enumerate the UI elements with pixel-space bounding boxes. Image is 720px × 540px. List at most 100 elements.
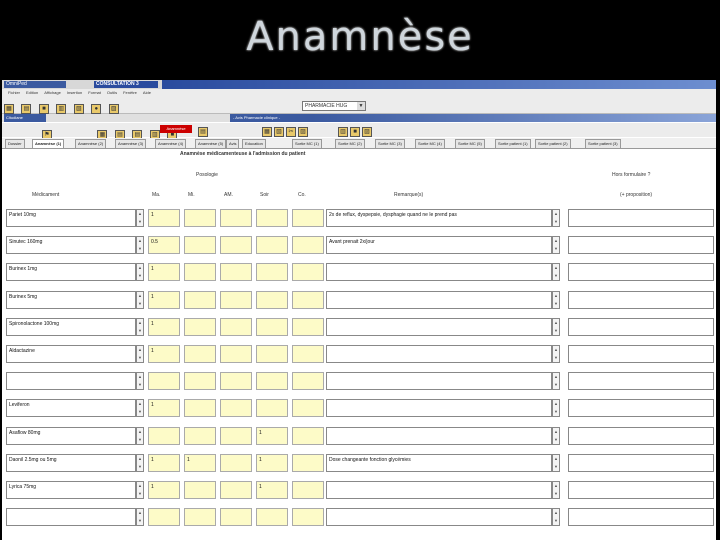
proposition-field[interactable] [568,427,714,445]
tab-12[interactable]: Sortie MC (5) [455,139,485,148]
save-icon[interactable]: ■ [38,104,49,114]
chevron-down-icon[interactable]: ▼ [138,328,142,333]
chevron-up-icon[interactable]: ▲ [554,211,558,216]
chevron-down-icon[interactable]: ▼ [138,273,142,278]
chevron-up-icon[interactable]: ▲ [554,347,558,352]
chevron-up-icon[interactable]: ▲ [554,429,558,434]
dose-apres-midi-field[interactable] [220,454,252,472]
tab-3[interactable]: Anamnèse (3) [115,139,147,148]
chevron-up-icon[interactable]: ▲ [554,265,558,270]
copy-icon[interactable]: ▧ [274,127,284,137]
dose-apres-midi-field[interactable] [220,209,252,227]
remarque-field[interactable]: Avant prenait 2x/jour [326,236,552,254]
chevron-down-icon[interactable]: ▼ [554,409,558,414]
chevron-down-icon[interactable]: ▼ [357,102,365,110]
save-icon[interactable]: ■ [350,127,360,137]
chevron-down-icon[interactable]: ▼ [138,246,142,251]
remarque-scrollbar[interactable]: ▲ ▼ [552,209,560,227]
chevron-down-icon[interactable]: ▼ [554,219,558,224]
tab-5[interactable]: Anamnèse (5) [195,139,227,148]
chevron-down-icon[interactable]: ▼ [138,355,142,360]
medication-field[interactable] [6,372,136,390]
chevron-up-icon[interactable]: ▲ [138,211,142,216]
chevron-up-icon[interactable]: ▲ [138,429,142,434]
note-icon[interactable]: ▤ [198,127,208,137]
chevron-down-icon[interactable]: ▼ [554,355,558,360]
proposition-field[interactable] [568,209,714,227]
remarque-scrollbar[interactable]: ▲ ▼ [552,427,560,445]
dose-coucher-field[interactable] [292,399,324,417]
dose-soir-field[interactable] [256,399,288,417]
remarque-scrollbar[interactable]: ▲ ▼ [552,318,560,336]
remarque-scrollbar[interactable]: ▲ ▼ [552,263,560,281]
proposition-field[interactable] [568,263,714,281]
print-icon[interactable]: ▦ [4,104,14,114]
dose-coucher-field[interactable] [292,291,324,309]
dose-soir-field[interactable] [256,209,288,227]
dose-matin-field[interactable] [148,427,180,445]
medication-field[interactable]: Pariet 10mg [6,209,136,227]
dose-midi-field[interactable] [184,291,216,309]
remarque-field[interactable] [326,318,552,336]
remarque-scrollbar[interactable]: ▲ ▼ [552,345,560,363]
remarque-field[interactable] [326,345,552,363]
dose-matin-field[interactable]: 1 [148,291,180,309]
remarque-field[interactable] [326,291,552,309]
chevron-up-icon[interactable]: ▲ [138,456,142,461]
document-icon[interactable]: ▥ [56,104,67,114]
medication-scrollbar[interactable]: ▲ ▼ [136,345,144,363]
tab-7[interactable]: Education [242,139,266,148]
copy-icon[interactable]: ▧ [73,104,84,114]
dose-matin-field[interactable]: 1 [148,481,180,499]
dose-coucher-field[interactable] [292,209,324,227]
tab-11[interactable]: Sortie MC (4) [415,139,445,148]
chevron-up-icon[interactable]: ▲ [138,401,142,406]
dose-apres-midi-field[interactable] [220,481,252,499]
dose-apres-midi-field[interactable] [220,345,252,363]
chevron-down-icon[interactable]: ▼ [138,301,142,306]
proposition-field[interactable] [568,454,714,472]
medication-scrollbar[interactable]: ▲ ▼ [136,318,144,336]
remarque-field[interactable] [326,427,552,445]
proposition-field[interactable] [568,481,714,499]
chevron-up-icon[interactable]: ▲ [554,456,558,461]
medication-scrollbar[interactable]: ▲ ▼ [136,508,144,526]
tab-6[interactable]: Avis [226,139,240,148]
tab-14[interactable]: Sortie patient (2) [535,139,571,148]
dose-midi-field[interactable] [184,508,216,526]
menu-item[interactable]: Insertion [67,90,82,95]
chevron-down-icon[interactable]: ▼ [554,273,558,278]
remarque-scrollbar[interactable]: ▲ ▼ [552,291,560,309]
dose-apres-midi-field[interactable] [220,291,252,309]
tab-8[interactable]: Sortie MC (1) [292,139,322,148]
medication-field[interactable]: Sinutec 160mg [6,236,136,254]
dose-matin-field[interactable]: 0.5 [148,236,180,254]
dose-apres-midi-field[interactable] [220,318,252,336]
tab-0[interactable]: Dossier [5,139,25,148]
chevron-up-icon[interactable]: ▲ [554,374,558,379]
dose-matin-field[interactable]: 1 [148,263,180,281]
medication-field[interactable] [6,508,136,526]
dose-soir-field[interactable] [256,508,288,526]
dose-apres-midi-field[interactable] [220,372,252,390]
dose-midi-field[interactable] [184,236,216,254]
remarque-scrollbar[interactable]: ▲ ▼ [552,508,560,526]
remarque-scrollbar[interactable]: ▲ ▼ [552,372,560,390]
tab-9[interactable]: Sortie MC (2) [335,139,365,148]
chevron-down-icon[interactable]: ▼ [554,437,558,442]
remarque-scrollbar[interactable]: ▲ ▼ [552,236,560,254]
proposition-field[interactable] [568,345,714,363]
medication-field[interactable]: Spironolactone 100mg [6,318,136,336]
chevron-up-icon[interactable]: ▲ [554,483,558,488]
medication-scrollbar[interactable]: ▲ ▼ [136,263,144,281]
medication-field[interactable]: Burinex 1mg [6,263,136,281]
chevron-down-icon[interactable]: ▼ [138,437,142,442]
chevron-down-icon[interactable]: ▼ [138,518,142,523]
proposition-field[interactable] [568,399,714,417]
dose-apres-midi-field[interactable] [220,508,252,526]
chevron-down-icon[interactable]: ▼ [554,246,558,251]
chevron-down-icon[interactable]: ▼ [138,464,142,469]
dose-apres-midi-field[interactable] [220,263,252,281]
proposition-field[interactable] [568,508,714,526]
paste-icon[interactable]: ▨ [298,127,308,137]
